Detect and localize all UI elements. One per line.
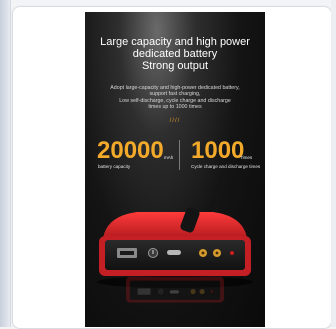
banner-title-line-1: Large capacity and high power (100, 36, 250, 48)
usb-c-port-icon (167, 250, 181, 255)
stat-divider (179, 140, 180, 170)
cycle-label: Cycle charge and discharge times (191, 164, 261, 169)
device-reflection (126, 276, 224, 303)
right-panel-edge (331, 0, 336, 327)
banner-title-line-2: dedicated battery (132, 48, 218, 60)
banner-desc-line-2: support fast charging, (149, 91, 201, 97)
cycle-value: 1000 (191, 137, 245, 164)
decorative-slash-mark: //// (169, 118, 181, 124)
banner-title-line-3: Strong output (141, 60, 209, 72)
banner-desc-line-4: times up to 1000 times (148, 104, 202, 110)
capacity-unit: mAh (164, 155, 174, 160)
capacity-value: 20000 (97, 137, 164, 164)
power-button-icon (148, 248, 158, 258)
product-banner: Large capacity and high power dedicated … (85, 12, 265, 327)
left-panel-edge (0, 0, 11, 327)
usb-port-icon (117, 248, 137, 258)
cycle-unit: Times (240, 155, 253, 160)
capacity-label: battery capacity (98, 164, 131, 169)
